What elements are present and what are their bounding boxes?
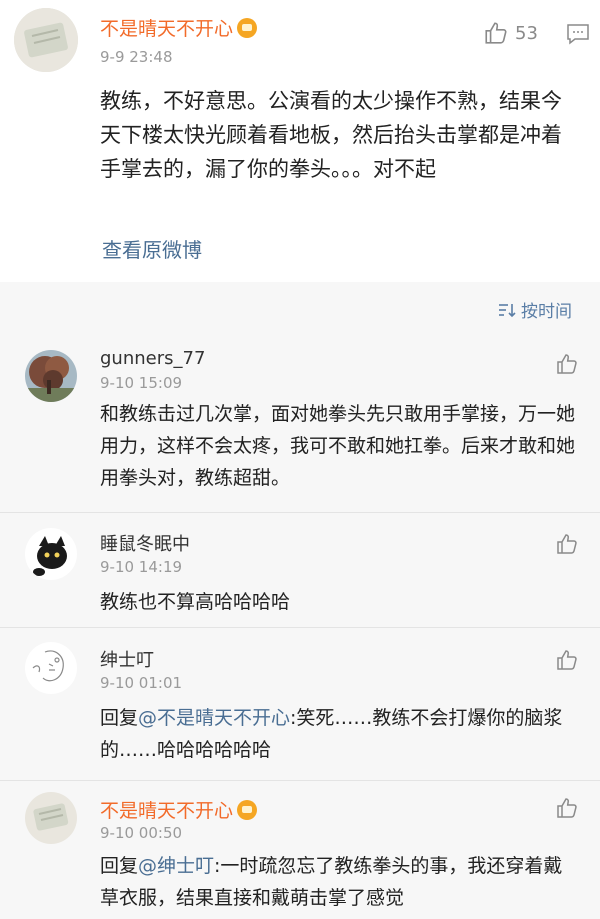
avatar[interactable] xyxy=(25,792,77,844)
sort-icon xyxy=(499,303,516,317)
comment-item: 不是晴天不开心 9-10 00:50 回复@绅士叮:一时疏忽忘了教练拳头的事，我… xyxy=(0,782,600,919)
comment-text: 回复@不是晴天不开心:笑死……教练不会打爆你的脑浆的……哈哈哈哈哈哈 xyxy=(100,702,575,766)
post-timestamp: 9-9 23:48 xyxy=(100,48,173,66)
thumbs-up-icon[interactable] xyxy=(555,352,579,376)
comment-timestamp: 9-10 00:50 xyxy=(100,824,183,842)
avatar[interactable] xyxy=(25,350,77,402)
comment-text: 和教练击过几次掌，面对她拳头先只敢用手掌接，万一她用力，这样不会太疼，我可不敢和… xyxy=(100,403,576,489)
avatar[interactable] xyxy=(25,642,77,694)
mention-link[interactable]: @不是晴天不开心 xyxy=(138,707,290,729)
comment-username[interactable]: gunners_77 xyxy=(100,348,205,369)
thumbs-up-icon[interactable] xyxy=(555,532,579,556)
crown-badge-icon xyxy=(237,800,258,820)
comment-icon[interactable] xyxy=(566,23,590,45)
post-card: 不是晴天不开心 9-9 23:48 53 教练，不好意思。公演看的太少操作不熟，… xyxy=(0,0,600,282)
reply-prefix: 回复 xyxy=(100,855,139,877)
view-original-link[interactable]: 查看原微博 xyxy=(102,234,202,263)
thumbs-up-icon[interactable] xyxy=(555,796,579,820)
comment-item: gunners_77 9-10 15:09 和教练击过几次掌，面对她拳头先只敢用… xyxy=(0,338,600,508)
comment-item: 睡鼠冬眠中 9-10 14:19 教练也不算高哈哈哈哈 xyxy=(0,514,600,624)
comment-text: 回复@绅士叮:一时疏忽忘了教练拳头的事，我还穿着戴草衣服，结果直接和戴萌击掌了感… xyxy=(100,850,575,914)
like-button[interactable]: 53 xyxy=(483,20,538,46)
thumbs-up-icon xyxy=(485,22,507,44)
comment-text: 教练也不算高哈哈哈哈 xyxy=(100,591,291,613)
crown-badge-icon xyxy=(237,18,258,38)
sort-label: 按时间 xyxy=(521,302,572,322)
comment-username[interactable]: 不是晴天不开心 xyxy=(100,796,258,823)
divider xyxy=(0,512,600,513)
post-username[interactable]: 不是晴天不开心 xyxy=(100,14,258,41)
comment-item: 绅士叮 9-10 01:01 回复@不是晴天不开心:笑死……教练不会打爆你的脑浆… xyxy=(0,630,600,780)
post-body-text: 教练，不好意思。公演看的太少操作不熟，结果今天下楼太快光顾着看地板，然后抬头击掌… xyxy=(100,89,562,181)
mention-link[interactable]: @绅士叮 xyxy=(138,855,214,877)
comment-username[interactable]: 睡鼠冬眠中 xyxy=(100,530,190,556)
comment-timestamp: 9-10 01:01 xyxy=(100,674,183,692)
divider xyxy=(0,780,600,781)
thumbs-up-icon[interactable] xyxy=(555,648,579,672)
divider xyxy=(0,627,600,628)
sort-by-time-button[interactable]: 按时间 xyxy=(498,297,572,322)
reply-prefix: 回复 xyxy=(100,707,139,729)
comment-timestamp: 9-10 15:09 xyxy=(100,374,183,392)
avatar[interactable] xyxy=(25,528,77,580)
comment-username[interactable]: 绅士叮 xyxy=(100,646,154,672)
comment-timestamp: 9-10 14:19 xyxy=(100,558,183,576)
avatar[interactable] xyxy=(14,8,78,72)
like-count: 53 xyxy=(515,22,538,44)
